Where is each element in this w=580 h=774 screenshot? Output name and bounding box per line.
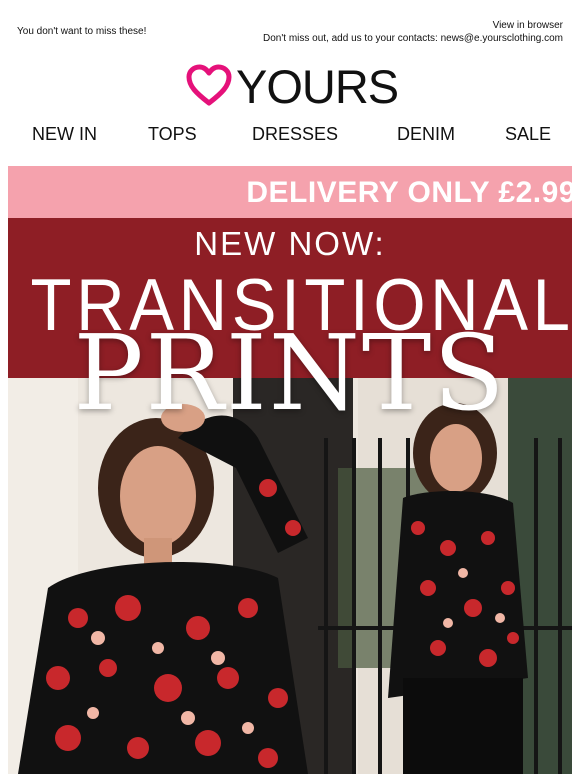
nav-item-denim[interactable]: DENIM — [397, 124, 455, 145]
main-nav: NEW IN TOPS DRESSES DENIM SALE — [0, 124, 580, 146]
delivery-banner[interactable]: DELIVERY ONLY £2.99 — [8, 166, 572, 218]
contacts-notice: Don't miss out, add us to your contacts:… — [263, 33, 563, 44]
preheader: You don't want to miss these! View in br… — [0, 0, 580, 52]
hero-photo-illustration — [8, 378, 572, 774]
preheader-tagline: You don't want to miss these! — [17, 26, 147, 37]
nav-item-dresses[interactable]: DRESSES — [252, 124, 338, 145]
heart-outline-icon — [186, 64, 232, 106]
nav-item-new-in[interactable]: NEW IN — [32, 124, 97, 145]
hero-subtitle: NEW NOW: — [194, 225, 386, 262]
preheader-links: View in browser Don't miss out, add us t… — [263, 19, 563, 45]
hero-photo[interactable] — [8, 378, 572, 774]
hero-title-serif: PRINTS — [73, 312, 507, 434]
view-in-browser-link[interactable]: View in browser — [493, 20, 563, 31]
brand-logo[interactable]: YOURS — [186, 60, 399, 113]
delivery-banner-text: DELIVERY ONLY £2.99 — [246, 176, 572, 209]
nav-item-tops[interactable]: TOPS — [148, 124, 197, 145]
nav-item-sale[interactable]: SALE — [505, 124, 551, 145]
brand-name: YOURS — [236, 60, 399, 113]
